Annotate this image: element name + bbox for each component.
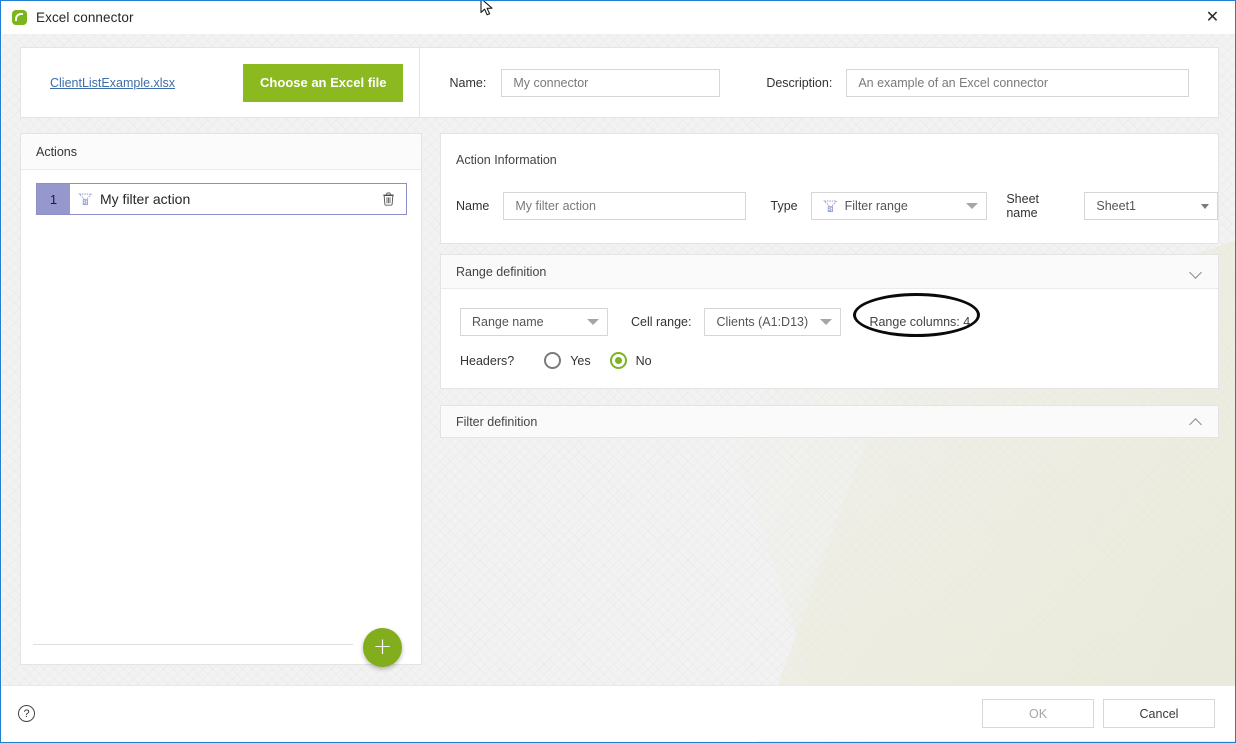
headers-radio-no-label: No	[635, 353, 652, 368]
plus-icon: +	[372, 634, 393, 660]
range-definition-title: Range definition	[456, 264, 547, 279]
chevron-down-icon	[1201, 203, 1209, 209]
excel-connector-icon	[12, 10, 27, 25]
range-definition-row-1: Range name Cell range: Clients (A1:D13) …	[460, 308, 1218, 336]
excel-file-link[interactable]: ClientListExample.xlsx	[50, 76, 175, 90]
range-definition-row-2: Headers? Yes No	[460, 352, 1218, 369]
sheet-name-label: Sheet name	[1006, 192, 1040, 220]
actions-panel-header: Actions	[21, 134, 421, 170]
trash-icon[interactable]	[370, 184, 406, 214]
title-bar: Excel connector ✕	[1, 1, 1235, 34]
action-list-item[interactable]: 1 My filter action	[36, 183, 407, 215]
chevron-down-icon[interactable]	[1190, 265, 1203, 278]
connector-header-card: ClientListExample.xlsx Choose an Excel f…	[20, 47, 1219, 118]
range-columns-text: Range columns: 4	[869, 315, 971, 329]
ok-button[interactable]: OK	[982, 699, 1094, 728]
action-information-card: Action Information Name My filter action…	[440, 133, 1219, 244]
background-watermark-secondary	[728, 330, 1235, 742]
actions-panel-divider	[33, 644, 353, 645]
action-information-title: Action Information	[456, 153, 557, 167]
add-action-button[interactable]: +	[363, 628, 402, 667]
connector-name-input[interactable]: My connector	[501, 68, 721, 97]
filter-range-icon	[70, 184, 100, 214]
divider	[419, 48, 420, 117]
cancel-button[interactable]: Cancel	[1103, 699, 1215, 728]
chevron-down-icon	[966, 203, 979, 209]
dialog-footer: ? OK Cancel	[2, 685, 1235, 741]
action-information-row: Name My filter action Type Filter range …	[456, 192, 1218, 220]
headers-radio-yes[interactable]	[544, 352, 562, 369]
action-type-label: Type	[770, 199, 798, 213]
headers-radio-no[interactable]	[609, 352, 627, 369]
action-index-badge: 1	[37, 184, 70, 214]
range-definition-header[interactable]: Range definition	[441, 255, 1218, 289]
chevron-up-icon[interactable]	[1190, 415, 1203, 428]
action-label: My filter action	[100, 191, 191, 207]
range-definition-section: Range definition Range name Cell range: …	[440, 254, 1219, 389]
range-mode-value: Range name	[472, 315, 544, 329]
cell-range-label: Cell range:	[631, 315, 692, 329]
filter-range-icon	[822, 199, 838, 214]
cell-range-select[interactable]: Clients (A1:D13)	[704, 308, 842, 336]
filter-definition-header[interactable]: Filter definition	[441, 406, 1218, 437]
headers-label: Headers?	[460, 353, 515, 368]
footer-button-group: OK Cancel	[982, 699, 1215, 728]
action-name-input[interactable]: My filter action	[503, 192, 746, 220]
actions-panel: Actions 1 My filter action +	[20, 133, 422, 667]
connector-description-label: Description:	[766, 75, 833, 90]
sheet-name-select[interactable]: Sheet1	[1084, 192, 1218, 220]
excel-connector-dialog: Excel connector ✕ ClientListExample.xlsx…	[0, 0, 1236, 743]
close-icon[interactable]: ✕	[1190, 1, 1235, 33]
choose-excel-file-button[interactable]: Choose an Excel file	[243, 63, 404, 102]
sheet-name-value: Sheet1	[1096, 199, 1136, 213]
chevron-down-icon	[587, 319, 599, 325]
window-title: Excel connector	[36, 10, 134, 25]
headers-radio-yes-label: Yes	[570, 353, 591, 368]
action-type-value: Filter range	[844, 199, 908, 213]
range-mode-select[interactable]: Range name	[460, 308, 608, 336]
connector-description-input[interactable]: An example of an Excel connector	[846, 68, 1190, 97]
action-name-label: Name	[456, 199, 490, 213]
filter-definition-section: Filter definition	[440, 405, 1219, 438]
chevron-down-icon	[820, 319, 833, 325]
help-icon[interactable]: ?	[18, 705, 35, 722]
action-type-select[interactable]: Filter range	[810, 192, 988, 220]
range-definition-body: Range name Cell range: Clients (A1:D13) …	[441, 289, 1218, 369]
filter-definition-title: Filter definition	[456, 414, 538, 429]
cell-range-value: Clients (A1:D13)	[716, 315, 809, 329]
connector-name-label: Name:	[449, 75, 487, 90]
